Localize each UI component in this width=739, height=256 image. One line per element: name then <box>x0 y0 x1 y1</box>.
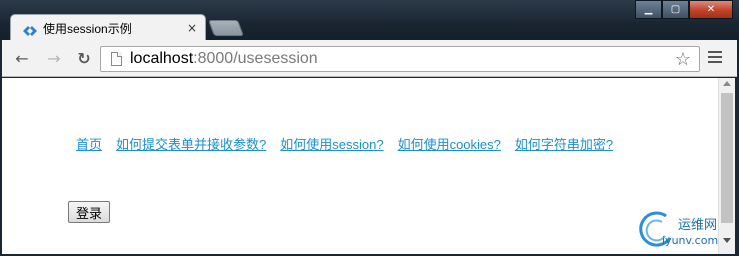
page-icon <box>111 52 122 66</box>
login-button[interactable]: 登录 <box>68 201 111 223</box>
tab-title: 使用session示例 <box>43 21 132 36</box>
browser-tab-active[interactable]: 使用session示例 × <box>10 14 206 41</box>
bookmark-star-icon[interactable]: ☆ <box>675 49 691 70</box>
address-bar[interactable]: localhost :8000/usesession ☆ <box>100 46 700 72</box>
url-path: :8000/usesession <box>193 50 318 67</box>
page-content: 首页 如何提交表单并接收参数? 如何使用session? 如何使用cookies… <box>2 78 718 254</box>
new-tab-button[interactable] <box>208 20 244 36</box>
close-window-button[interactable]: ✕ <box>689 0 733 19</box>
nav-link-home[interactable]: 首页 <box>76 134 102 153</box>
watermark-logo: 运维网 iyunv.com <box>636 208 726 254</box>
nav-link-encrypt[interactable]: 如何字符串加密? <box>515 134 613 153</box>
tab-close-icon[interactable]: × <box>187 21 197 35</box>
nav-link-form[interactable]: 如何提交表单并接收参数? <box>116 134 266 153</box>
scroll-up-arrow-icon[interactable] <box>723 81 731 86</box>
back-arrow-icon[interactable]: ← <box>12 48 32 68</box>
nav-links: 首页 如何提交表单并接收参数? 如何使用session? 如何使用cookies… <box>76 134 613 153</box>
nav-link-session[interactable]: 如何使用session? <box>280 134 383 153</box>
url-host: localhost <box>130 50 194 67</box>
minimize-button[interactable]: ▁ <box>635 0 662 19</box>
menu-icon[interactable] <box>708 51 722 66</box>
code-favicon-icon <box>23 22 37 36</box>
watermark-text-cn: 运维网 <box>678 218 718 233</box>
forward-arrow-icon[interactable]: → <box>44 48 64 68</box>
window-controls: ▁ ▢ ✕ <box>635 0 733 19</box>
reload-icon[interactable]: ↻ <box>74 48 94 68</box>
maximize-button[interactable]: ▢ <box>662 0 689 19</box>
watermark-text-domain: iyunv.com <box>662 234 719 247</box>
scroll-thumb[interactable] <box>721 93 733 223</box>
browser-toolbar: ← → ↻ localhost :8000/usesession ☆ <box>2 40 737 77</box>
nav-link-cookies[interactable]: 如何使用cookies? <box>398 134 501 153</box>
